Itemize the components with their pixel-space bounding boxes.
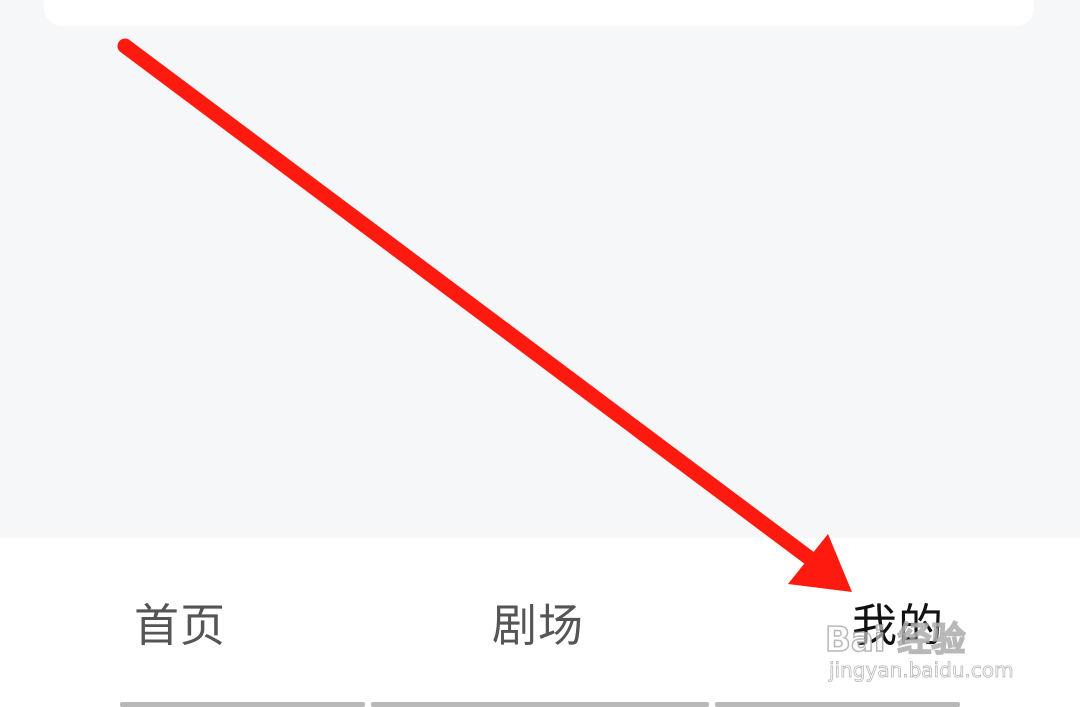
bottom-indicator-right [715,702,960,707]
bottom-indicator-left [120,702,365,707]
tab-home[interactable]: 首页 [134,596,226,656]
top-card [44,0,1034,26]
bottom-indicator-center [371,702,709,707]
tab-mine[interactable]: 我的 [852,596,944,656]
app-screen: 首页 剧场 我的 Bai 经验 jingyan.baidu.com [0,0,1080,707]
arrow-shaft [117,38,820,568]
tab-theater[interactable]: 剧场 [492,596,584,656]
